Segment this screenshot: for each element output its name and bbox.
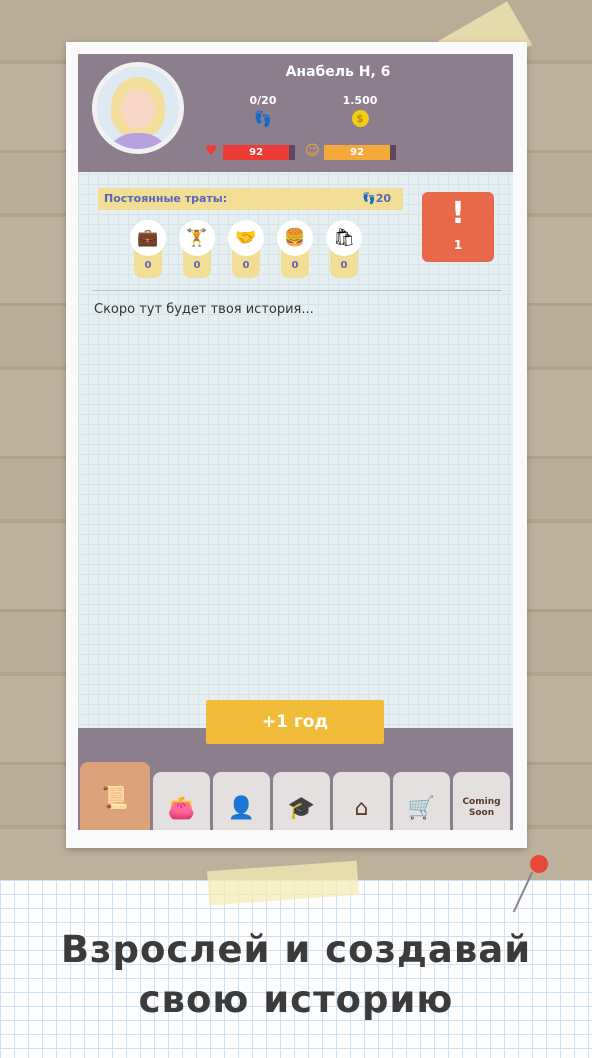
money-value: 1.500 [342,94,378,107]
expense-item[interactable]: 💼 0 [130,220,166,280]
expense-value: 0 [340,260,348,271]
tab-shop[interactable]: 🛒 [393,772,450,830]
burger-icon: 🍔 [277,220,313,256]
expense-value: 0 [193,260,201,271]
tab-story[interactable]: 📜 [80,762,150,830]
profile-header: Анабель Н, 6 0/20 👣 1.500 $ ♥ 92 ☺ 92 [78,54,513,172]
story-text: Скоро тут будет твоя история... [94,302,314,317]
grocery-bag-icon: 🛒 [407,795,436,821]
heart-pulse-icon: ♥ [205,143,218,159]
alert-count: 1 [453,238,463,252]
promo-line-1: Взрослей и создавай [60,928,532,971]
energy-stat: 0/20 👣 [233,94,293,128]
recurring-expenses-banner: Постоянные траты: 👣20 [98,188,403,210]
character-name: Анабель Н, 6 [285,64,391,80]
house-icon: ⌂ [354,795,369,821]
age-progress-ring [97,67,179,149]
tab-coming-soon[interactable]: Coming Soon [453,772,510,830]
expense-item[interactable]: 🏋 0 [179,220,215,280]
divider [92,290,502,291]
expense-value: 0 [291,260,299,271]
graduation-cap-icon: 🎓 [287,795,316,821]
exclamation-icon: ! [451,196,465,231]
expense-value: 0 [144,260,152,271]
energy-value: 0/20 [249,94,277,107]
person-icon: 👤 [227,795,256,821]
health-bar: 92 [223,145,295,160]
happiness-bar: 92 [324,145,396,160]
expenses-title: Постоянные траты: [104,192,228,205]
footprints-icon: 👣 [253,110,273,128]
next-year-button[interactable]: +1 год [206,700,384,744]
tab-education[interactable]: 🎓 [273,772,330,830]
health-value: 92 [223,145,290,160]
wallet-icon: 👛 [167,795,196,821]
happiness-value: 92 [324,145,391,160]
promo-line-2: свою историю [138,978,454,1021]
expense-item[interactable]: 🍔 0 [277,220,313,280]
game-screen: Анабель Н, 6 0/20 👣 1.500 $ ♥ 92 ☺ 92 Пост… [78,54,513,830]
groceries-icon: 🛍 [326,220,362,256]
tab-profile[interactable]: 👤 [213,772,270,830]
smiley-icon: ☺ [305,143,320,159]
expense-item[interactable]: 🛍 0 [326,220,362,280]
coin-icon: $ [351,110,369,127]
briefcase-icon: 💼 [130,220,166,256]
scroll-icon: 📜 [101,785,129,811]
tab-home[interactable]: ⌂ [333,772,390,830]
dumbbell-icon: 🏋 [179,220,215,256]
pin-icon [530,855,548,873]
footprints-icon: 👣 [361,192,376,205]
tab-bar: 📜 👛 👤 🎓 ⌂ 🛒 Coming Soon [80,758,510,830]
handshake-icon: 🤝 [228,220,264,256]
avatar[interactable] [92,62,184,154]
expense-value: 0 [242,260,250,271]
tab-finance[interactable]: 👛 [153,772,210,830]
alert-button[interactable]: ! 1 [422,192,494,262]
expense-item[interactable]: 🤝 0 [228,220,264,280]
expenses-energy-cost: 20 [375,192,391,205]
money-stat: 1.500 $ [330,94,390,127]
